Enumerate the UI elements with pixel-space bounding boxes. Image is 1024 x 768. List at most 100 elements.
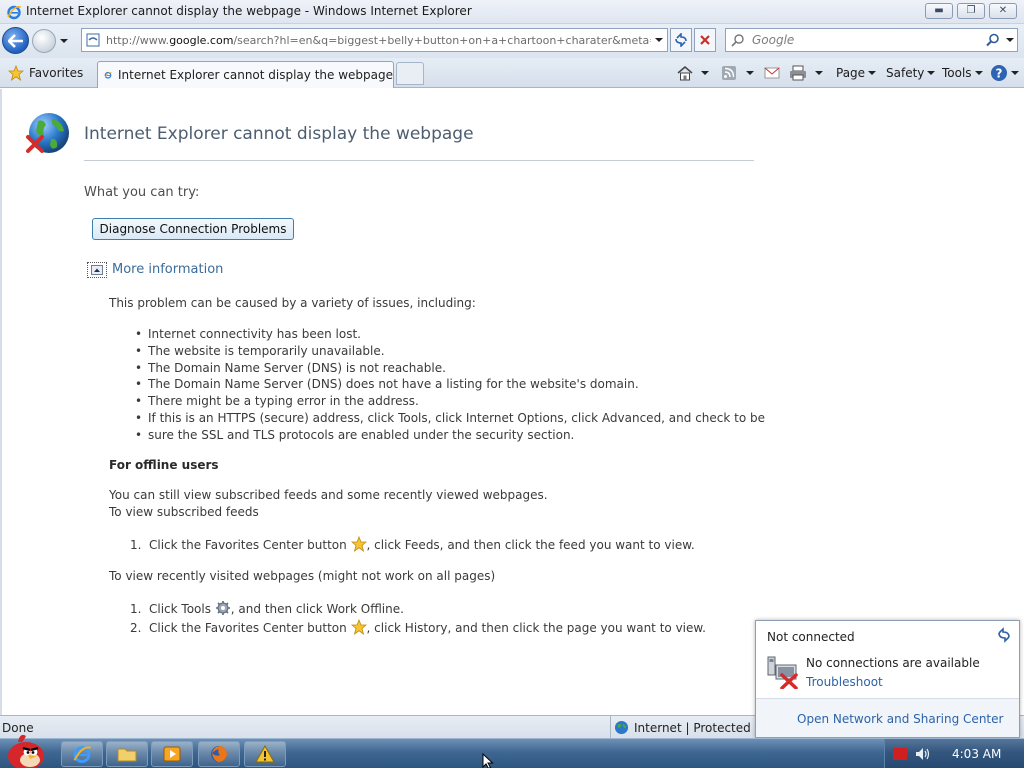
step-number: 2. <box>130 621 142 635</box>
url-domain: google.com <box>169 33 234 47</box>
list-item: The website is temporarily unavailable. <box>135 343 765 360</box>
internet-explorer-icon <box>73 746 92 763</box>
divider <box>84 160 754 161</box>
favorites-star-icon <box>350 619 367 635</box>
start-button-angry-bird-icon[interactable] <box>2 730 50 768</box>
step-number: 1. <box>130 602 142 616</box>
connection-status: Not connected <box>767 630 855 644</box>
help-icon: ? <box>991 65 1007 81</box>
favorites-star-icon <box>8 65 24 81</box>
zone-label: Internet | Protected Mo <box>634 720 773 735</box>
network-flyout: Not connected No connections are availab… <box>755 620 1020 738</box>
back-arrow-icon <box>7 33 23 48</box>
help-menu[interactable]: ? <box>990 63 1019 83</box>
stop-flag-icon[interactable] <box>893 748 907 760</box>
new-tab-button[interactable] <box>396 62 424 85</box>
taskbar-media-player[interactable] <box>151 741 193 767</box>
taskbar: 4:03 AM <box>0 734 1024 768</box>
feeds-dropdown[interactable] <box>746 63 754 83</box>
mail-icon <box>764 67 780 79</box>
home-button[interactable] <box>676 63 694 83</box>
chevron-down-icon <box>815 71 823 75</box>
home-dropdown[interactable] <box>701 63 709 83</box>
list-item-continuation: sure the SSL and TLS protocols are enabl… <box>135 427 765 444</box>
media-player-icon <box>163 746 181 762</box>
more-information-link[interactable]: More information <box>112 262 223 277</box>
open-network-center-link[interactable]: Open Network and Sharing Center <box>797 712 1003 726</box>
search-input[interactable]: Google <box>748 33 983 47</box>
back-button[interactable] <box>2 27 29 54</box>
url-path: /search?hl=en&q=biggest+belly+button+on+… <box>233 33 651 47</box>
volume-icon[interactable] <box>915 747 931 761</box>
close-button[interactable]: ✕ <box>989 3 1017 19</box>
command-bar: Favorites Internet Explorer cannot displ… <box>0 58 1024 88</box>
stop-button[interactable] <box>694 28 716 52</box>
url-text[interactable]: http://www.google.com/search?hl=en&q=big… <box>106 34 651 47</box>
refresh-icon[interactable] <box>996 627 1012 643</box>
chevron-down-icon <box>974 71 983 75</box>
diagnose-connection-button[interactable]: Diagnose Connection Problems <box>92 218 294 240</box>
address-dropdown[interactable] <box>651 38 667 42</box>
no-connections-message: No connections are available <box>806 656 980 670</box>
print-dropdown[interactable] <box>815 63 823 83</box>
svg-text:?: ? <box>996 67 1003 81</box>
url-prefix: http://www. <box>106 33 170 47</box>
favorites-star-icon <box>350 536 367 552</box>
feeds-button[interactable] <box>721 63 737 83</box>
refresh-button[interactable] <box>670 28 692 52</box>
printer-icon <box>790 65 806 81</box>
clock[interactable]: 4:03 AM <box>952 747 1001 761</box>
step-number: 1. <box>130 538 142 552</box>
safety-menu-label: Safety <box>886 66 925 80</box>
favorites-button[interactable]: Favorites <box>4 61 87 85</box>
globe-icon <box>614 720 629 735</box>
troubleshoot-link[interactable]: Troubleshoot <box>806 675 883 689</box>
chevron-down-icon <box>1006 38 1014 42</box>
taskbar-windows-explorer[interactable] <box>106 741 148 767</box>
tools-menu[interactable]: Tools <box>942 63 983 83</box>
page-title: Internet Explorer cannot display the web… <box>84 124 474 144</box>
warning-icon <box>255 745 275 763</box>
taskbar-internet-explorer[interactable] <box>61 741 103 767</box>
address-bar[interactable]: http://www.google.com/search?hl=en&q=big… <box>81 28 668 52</box>
chevron-down-icon <box>868 71 877 75</box>
recent-step: 2. Click the Favorites Center button , cl… <box>130 619 706 638</box>
chevron-down-icon <box>746 71 754 75</box>
stop-icon <box>700 35 710 45</box>
offline-text: You can still view subscribed feeds and … <box>109 488 548 502</box>
taskbar-firefox[interactable] <box>198 741 240 767</box>
step-text: Click the Favorites Center button <box>149 621 351 635</box>
tab-current[interactable]: Internet Explorer cannot display the web… <box>97 61 394 88</box>
read-mail-button[interactable] <box>764 63 780 83</box>
feeds-step: 1. Click the Favorites Center button , cl… <box>130 536 695 555</box>
taskbar-warning-app[interactable] <box>244 741 286 767</box>
page-menu[interactable]: Page <box>836 63 877 83</box>
firefox-icon <box>211 746 227 762</box>
restore-icon: ❐ <box>966 5 976 16</box>
step-text: , click Feeds, and then click the feed y… <box>366 538 695 552</box>
forward-button[interactable] <box>32 29 56 53</box>
print-button[interactable] <box>789 63 807 83</box>
subscribed-feeds-heading: To view subscribed feeds <box>109 505 259 519</box>
search-options-dropdown[interactable] <box>1003 38 1017 42</box>
safety-menu[interactable]: Safety <box>886 63 936 83</box>
globe-error-icon <box>26 113 69 153</box>
favorites-label: Favorites <box>29 66 84 80</box>
maximize-button[interactable]: ❐ <box>957 3 985 19</box>
minimize-icon: ▬ <box>934 5 944 16</box>
recent-pages-dropdown[interactable] <box>58 35 70 47</box>
minimize-button[interactable]: ▬ <box>925 3 953 19</box>
refresh-icon <box>675 33 687 47</box>
chevron-down-icon <box>1011 71 1019 75</box>
search-provider-icon <box>731 34 744 47</box>
collapse-arrow-icon <box>91 265 103 275</box>
network-disconnected-icon <box>767 656 798 689</box>
list-item-text: sure the SSL and TLS protocols are enabl… <box>148 427 575 442</box>
search-button[interactable] <box>983 33 1003 47</box>
recent-step: 1. Click Tools , and then click Work Offl… <box>130 600 404 619</box>
more-info-toggle[interactable] <box>87 262 107 278</box>
feeds-icon <box>722 66 736 80</box>
recent-pages-heading: To view recently visited webpages (might… <box>109 569 496 583</box>
security-zone[interactable]: Internet | Protected Mo <box>610 716 772 739</box>
search-box[interactable]: Google <box>725 28 1018 52</box>
